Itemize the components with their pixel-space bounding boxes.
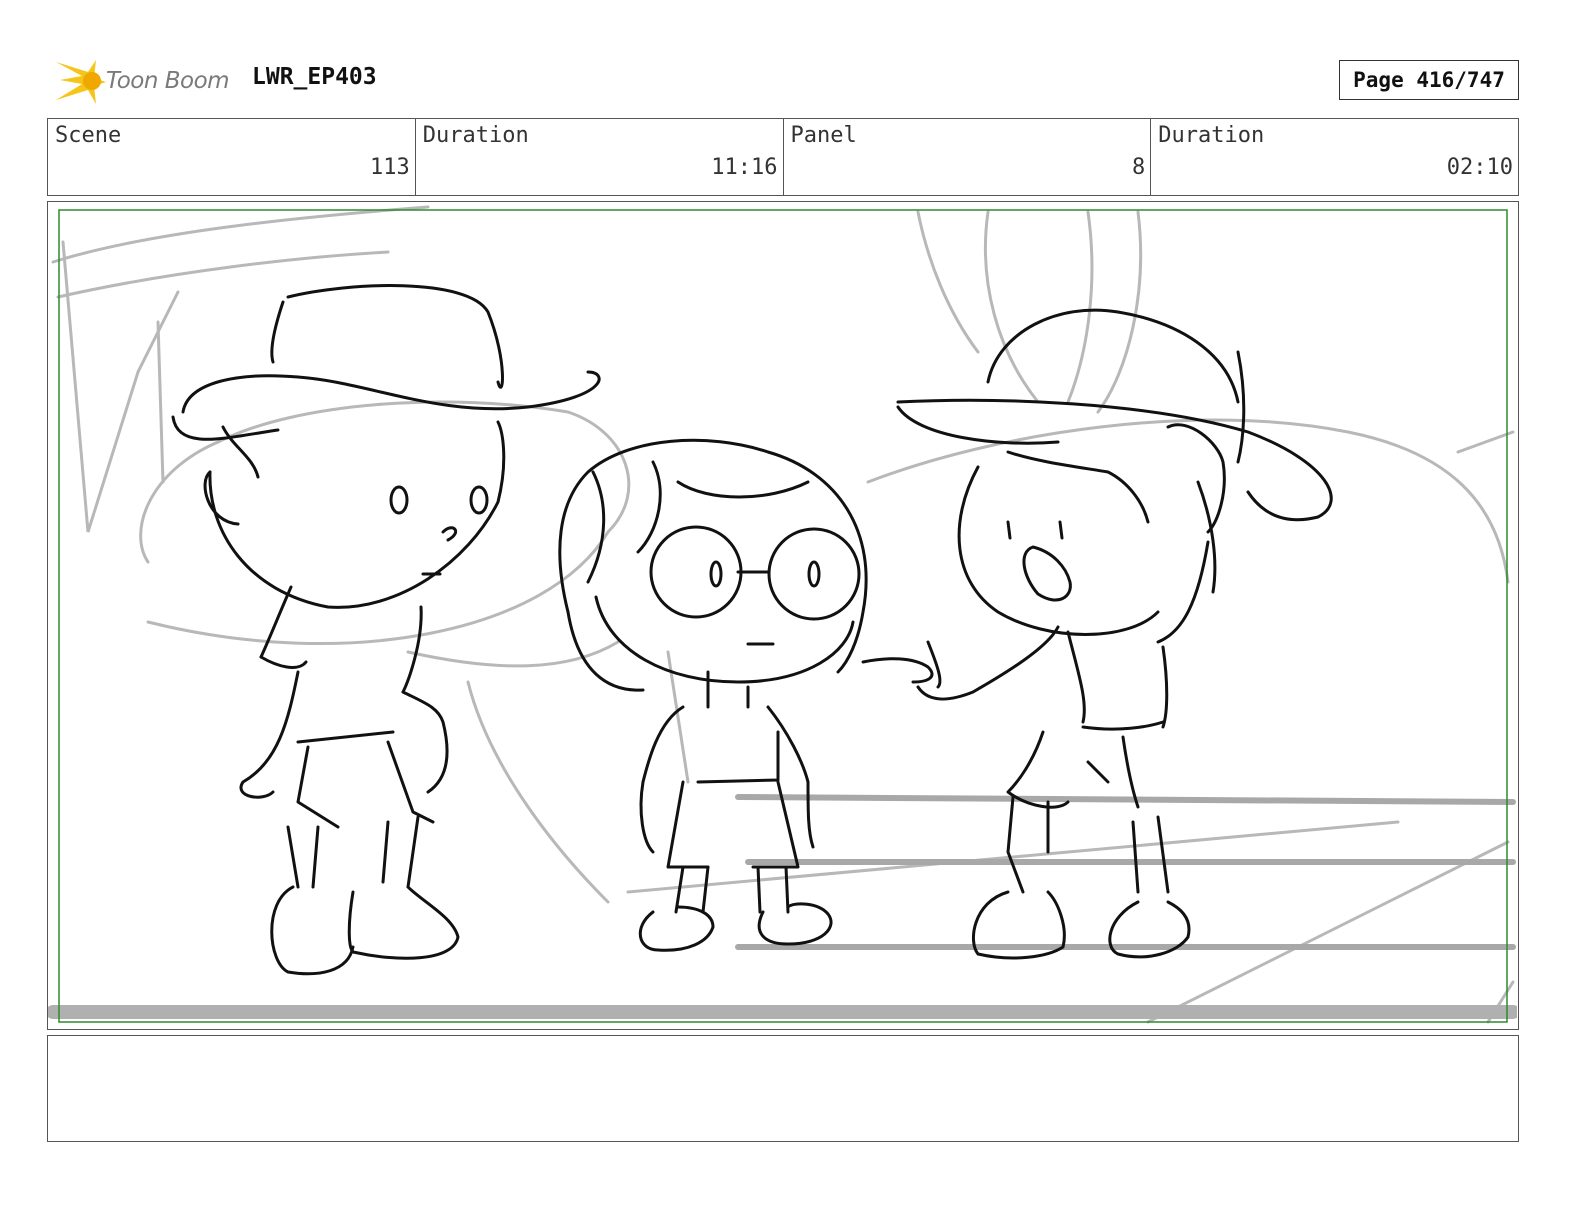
- ground-lines: [48, 794, 1517, 1019]
- scene-duration-label: Duration: [422, 123, 529, 148]
- panel-cell: Panel 8: [784, 119, 1152, 195]
- project-title: LWR_EP403: [252, 64, 377, 90]
- toon-boom-logo: Toon Boom: [52, 56, 242, 106]
- storyboard-header: Toon Boom LWR_EP403 Page 416/747: [48, 52, 1519, 108]
- scene-label: Scene: [55, 123, 122, 148]
- scene-value: 113: [370, 155, 410, 180]
- starburst-icon: [56, 60, 106, 104]
- character-left-boy: [171, 284, 601, 976]
- panel-duration-cell: Duration 02:10: [1151, 119, 1518, 195]
- scene-cell: Scene 113: [48, 119, 416, 195]
- panel-duration-label: Duration: [1158, 123, 1265, 148]
- info-bar: Scene 113 Duration 11:16 Panel 8 Duratio…: [47, 118, 1519, 196]
- logo-text: Toon Boom: [106, 68, 230, 94]
- panel-image: [47, 201, 1519, 1030]
- panel-label: Panel: [790, 123, 857, 148]
- panel-duration-value: 02:10: [1446, 155, 1513, 180]
- storyboard-sketch: [48, 205, 1517, 1024]
- page-number: Page 416/747: [1339, 60, 1519, 100]
- notes-area: [47, 1035, 1519, 1142]
- background-roughs: [51, 205, 1515, 1024]
- scene-duration-cell: Duration 11:16: [416, 119, 784, 195]
- scene-duration-value: 11:16: [711, 155, 778, 180]
- panel-value: 8: [1132, 155, 1146, 180]
- safe-frame: [58, 209, 1508, 1023]
